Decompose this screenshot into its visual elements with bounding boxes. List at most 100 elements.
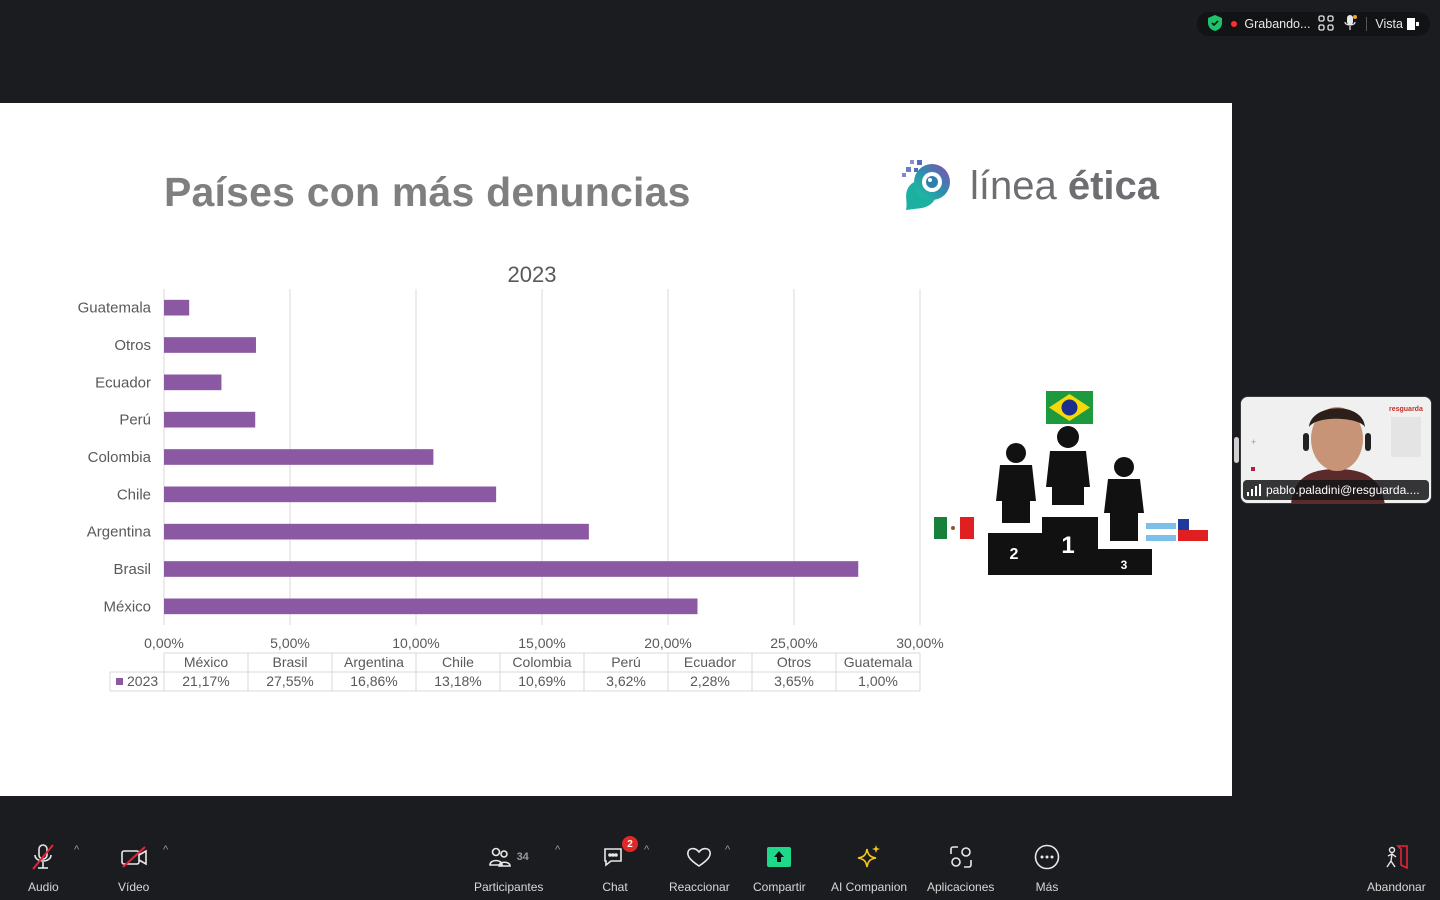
mexico-flag-icon (934, 517, 974, 539)
view-layout-icon (1407, 18, 1419, 30)
podium-rank-1: 1 (1061, 532, 1074, 559)
category-label: Colombia (88, 449, 152, 466)
react-options-caret[interactable]: ^ (725, 844, 730, 856)
signal-strength-icon (1247, 484, 1261, 496)
chart-category-labels: México Brasil Argentina Chile Colombia Perú Ec… (78, 300, 152, 616)
x-tick-label: 0,00% (144, 635, 184, 651)
legend-swatch (116, 678, 123, 685)
bar-chart: 2023 México Brasil Argentina Chile Colombia P… (78, 262, 944, 692)
x-tick-label: 5,00% (270, 635, 310, 651)
react-button[interactable]: Reaccionar (669, 842, 730, 894)
mic-status-icon[interactable] (1342, 14, 1358, 35)
podium-illustration: 2 1 3 (934, 391, 1208, 575)
bar-ecuador (164, 374, 222, 391)
chile-flag-icon (1178, 519, 1208, 541)
x-tick-label: 30,00% (896, 635, 943, 651)
encryption-shield-icon[interactable] (1207, 14, 1223, 35)
share-screen-icon (767, 847, 792, 867)
legend-label: 2023 (127, 673, 158, 689)
table-header-cell: Ecuador (684, 654, 736, 670)
video-button[interactable]: Vídeo (118, 842, 149, 894)
participants-count: 34 (516, 851, 529, 863)
chat-button[interactable]: 2 Chat (602, 836, 638, 894)
share-screen-button[interactable]: Compartir (753, 842, 806, 894)
table-header-cell: Perú (611, 654, 641, 670)
bar-perú (164, 411, 256, 428)
more-ellipsis-icon (1034, 844, 1060, 870)
table-value-cell: 13,18% (434, 673, 481, 689)
table-header-cell: Guatemala (844, 654, 913, 670)
view-label: Vista (1375, 17, 1403, 31)
heart-icon (687, 847, 712, 867)
participants-label: Participantes (474, 880, 544, 894)
bar-guatemala (164, 299, 190, 316)
table-header-cell: Colombia (512, 654, 571, 670)
audio-button[interactable]: Audio (28, 842, 59, 894)
bar-colombia (164, 449, 434, 465)
bar-méxico (164, 598, 698, 615)
audio-options-caret[interactable]: ^ (74, 844, 79, 856)
podium-rank-2: 2 (1010, 546, 1019, 563)
table-header-cell: Brasil (272, 654, 307, 670)
apps-label: Aplicaciones (927, 880, 995, 894)
bar-argentina (164, 523, 589, 540)
chart-title: 2023 (508, 262, 557, 287)
recording-label: Grabando... (1244, 17, 1311, 31)
argentina-flag-icon (1146, 523, 1176, 541)
category-label: Guatemala (78, 300, 152, 317)
table-value-cell: 2,28% (690, 673, 730, 689)
chart-data-table: México 21,17% Brasil 27,55% Argentina 16,86% C… (109, 652, 921, 692)
table-header-cell: México (184, 654, 229, 670)
video-label: Vídeo (118, 880, 150, 894)
category-label: Perú (119, 412, 151, 429)
brazil-flag-icon (1046, 391, 1093, 424)
ai-sparkle-icon (857, 845, 881, 868)
meeting-window: Grabando... Vista Países con más denunci… (0, 0, 1440, 900)
svg-text:+: + (1251, 437, 1256, 447)
category-label: Ecuador (95, 374, 151, 391)
mic-muted-icon (32, 844, 55, 870)
participant-video-tile[interactable]: resguarda + pablo.paladini@resguarda.... (1240, 396, 1432, 504)
resguarda-brand-label: resguarda (1389, 406, 1423, 413)
bar-otros (164, 337, 256, 353)
x-tick-label: 10,00% (392, 635, 439, 651)
x-tick-label: 15,00% (518, 635, 565, 651)
participant-email: pablo.paladini@resguarda.... (1266, 483, 1420, 497)
participants-options-caret[interactable]: ^ (555, 844, 560, 856)
chart-bars (164, 299, 859, 615)
apps-button[interactable]: Aplicaciones (927, 842, 994, 894)
participants-icon (488, 847, 511, 867)
category-label: Argentina (87, 524, 152, 541)
category-label: Chile (117, 486, 151, 503)
gallery-grid-icon[interactable] (1318, 14, 1335, 34)
leave-meeting-button[interactable]: Abandonar (1367, 842, 1426, 894)
table-value-cell: 16,86% (350, 673, 397, 689)
table-header-cell: Otros (777, 654, 811, 670)
leave-door-icon (1386, 845, 1409, 870)
category-label: México (103, 598, 151, 615)
chat-options-caret[interactable]: ^ (644, 844, 649, 856)
podium-rank-3: 3 (1121, 558, 1128, 572)
ai-companion-button[interactable]: AI Companion (831, 842, 907, 894)
panel-resize-handle[interactable] (1234, 437, 1239, 463)
table-header-cell: Chile (442, 654, 474, 670)
logo-wordmark: línea ética (970, 163, 1160, 208)
meeting-toolbar: Audio ^ Vídeo ^ 34 Participantes ^ 2 Cha… (0, 796, 1440, 900)
audio-label: Audio (28, 880, 59, 894)
category-label: Brasil (113, 561, 151, 578)
table-value-cell: 10,69% (518, 673, 565, 689)
participant-name-label: pablo.paladini@resguarda.... (1243, 480, 1429, 500)
ai-companion-label: AI Companion (831, 880, 908, 894)
video-options-caret[interactable]: ^ (163, 844, 168, 856)
participants-button[interactable]: 34 Participantes (474, 842, 543, 894)
bar-chile (164, 486, 497, 503)
recording-indicator[interactable]: Grabando... (1231, 17, 1310, 31)
view-button[interactable]: Vista (1375, 17, 1420, 31)
table-value-cell: 3,62% (606, 673, 646, 689)
share-label: Compartir (753, 880, 806, 894)
record-dot-icon (1231, 21, 1238, 27)
table-header-cell: Argentina (344, 654, 404, 670)
more-button[interactable]: Más (1034, 842, 1060, 894)
apps-icon (949, 846, 972, 868)
leave-label: Abandonar (1367, 880, 1426, 894)
